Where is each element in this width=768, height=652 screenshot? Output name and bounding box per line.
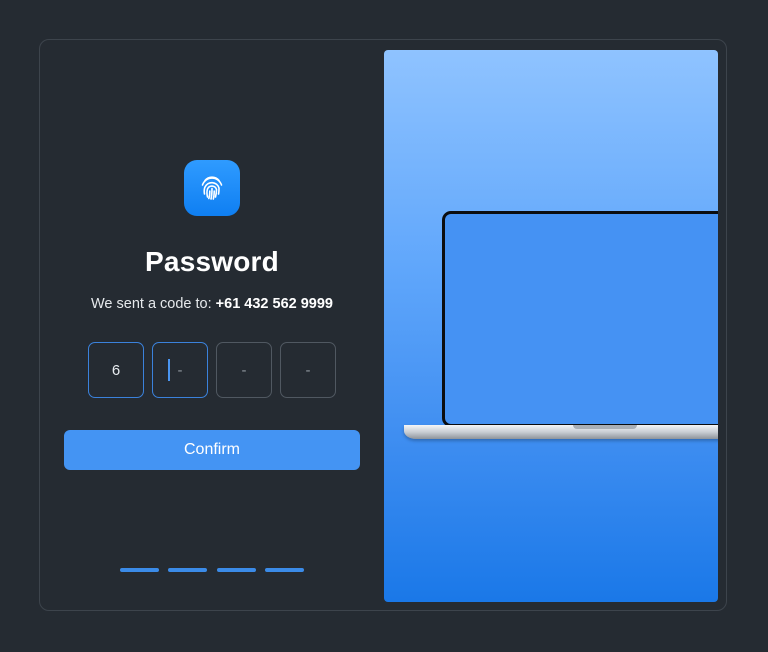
otp-input-group: 6 - - - [88,342,336,398]
otp-digit-2[interactable]: - [152,342,208,398]
otp-digit-1[interactable]: 6 [88,342,144,398]
otp-digit-4-value: - [305,361,311,379]
otp-digit-3-value: - [241,361,247,379]
otp-digit-1-value: 6 [111,361,121,379]
pagination-dot[interactable] [168,568,207,572]
code-sent-label: We sent a code to: [91,296,212,312]
otp-digit-2-value: - [177,361,183,379]
otp-digit-4[interactable]: - [280,342,336,398]
fingerprint-icon [184,160,240,216]
text-cursor [168,359,170,381]
laptop-base-illustration [404,425,718,439]
pagination-indicator [120,568,310,572]
page-title: Password [145,246,279,277]
pagination-dot[interactable] [265,568,304,572]
pagination-dot[interactable] [217,568,256,572]
pagination-dot[interactable] [120,568,159,572]
hero-illustration-panel [384,50,718,602]
login-form-panel: Password We sent a code to: +61 432 562 … [40,40,384,610]
confirm-button[interactable]: Confirm [64,430,360,470]
laptop-notch [573,425,637,429]
phone-number: +61 432 562 9999 [215,296,333,312]
otp-digit-3[interactable]: - [216,342,272,398]
login-card: Password We sent a code to: +61 432 562 … [39,39,727,611]
code-sent-message: We sent a code to: +61 432 562 9999 [40,296,384,312]
laptop-screen-illustration [442,211,718,427]
